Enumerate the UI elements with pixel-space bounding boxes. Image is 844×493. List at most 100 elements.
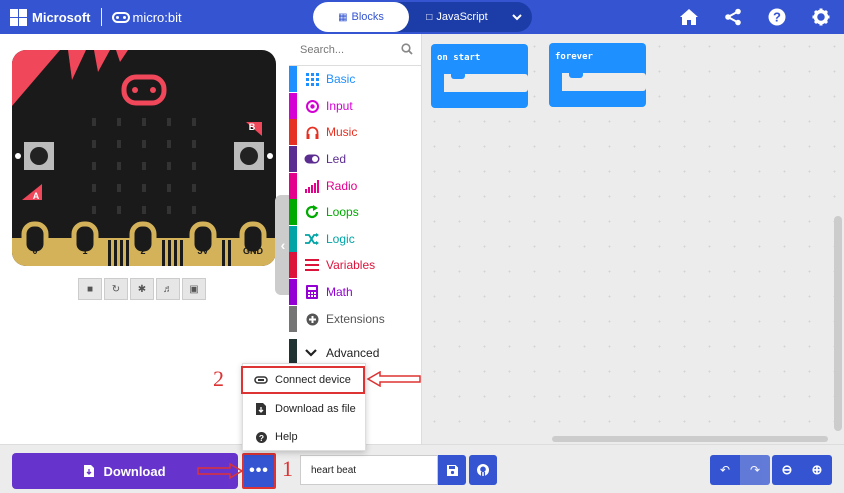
top-bar: Microsoft micro:bit ▦ Blocks □ JavaScrip… [0,0,844,34]
target-icon [304,98,320,114]
redo-icon: ↷ [749,463,761,477]
settings-button[interactable] [810,6,832,28]
signal-bars-icon [304,178,320,194]
search-icon [401,43,413,55]
mute-button[interactable]: ♬ [156,278,180,300]
download-file-item[interactable]: Download as file [243,395,367,423]
project-name-value: heart beat [311,464,357,476]
simulator-toolbar: ■ ↻ ✱ ♬ ▣ [78,278,208,302]
javascript-file-icon: □ [426,11,433,23]
category-input[interactable]: Input [289,93,422,119]
stop-icon: ■ [86,283,94,295]
category-label: Variables [326,258,376,272]
gear-icon [812,8,830,26]
category-variables[interactable]: Variables [289,252,422,278]
github-button[interactable] [469,455,497,485]
forever-block[interactable]: forever [549,43,646,107]
category-loops[interactable]: Loops [289,199,422,225]
help-item[interactable]: ? Help [243,423,367,451]
product-label: micro:bit [132,9,182,25]
microbit-logo[interactable]: micro:bit [111,9,182,25]
fullscreen-button[interactable]: ▣ [182,278,206,300]
search-placeholder: Search... [300,43,345,56]
more-options-button[interactable]: ••• [242,453,276,489]
vertical-scrollbar[interactable] [834,216,842,431]
undo-icon: ↶ [719,463,731,477]
button-b-label: B [249,122,256,132]
blocks-workspace[interactable]: on start forever [422,34,844,444]
file-download-icon [254,403,268,415]
annotation-arrow-1 [197,463,244,479]
fullscreen-icon: ▣ [189,283,199,295]
svg-text:?: ? [773,10,781,25]
undo-button[interactable]: ↶ [710,455,740,485]
category-label: Loops [326,205,359,219]
block-label: forever [555,52,593,62]
step-2-label: 2 [213,366,224,391]
stop-button[interactable]: ■ [78,278,102,300]
category-label: Logic [326,232,355,246]
blocks-icon: ▦ [338,11,348,23]
more-menu: Connect device Download as file ? Help [241,363,367,451]
category-radio[interactable]: Radio [289,173,422,199]
chevron-down-icon [305,349,317,357]
home-icon [680,9,698,25]
github-icon [477,464,489,476]
help-icon: ? [768,8,786,26]
redo-button[interactable]: ↷ [740,455,770,485]
menu-item-label: Download as file [275,403,356,415]
save-button[interactable] [438,455,466,485]
category-extensions[interactable]: Extensions [289,306,422,332]
mode-dropdown[interactable] [505,2,529,32]
tab-blocks-label: Blocks [351,11,384,23]
microsoft-logo-icon [10,8,27,26]
help-button[interactable]: ? [766,6,788,28]
category-logic[interactable]: Logic [289,226,422,252]
tab-javascript[interactable]: □ JavaScript [409,2,505,32]
pin-3v-label: 3V [197,246,208,256]
calculator-icon [304,284,320,300]
tab-blocks[interactable]: ▦ Blocks [313,2,409,32]
share-icon [725,8,741,26]
button-a-label: A [33,191,40,201]
save-icon [446,464,458,476]
category-led[interactable]: Led [289,146,422,172]
search-input[interactable]: Search... [289,34,422,66]
category-label: Radio [326,179,358,193]
brand: Microsoft micro:bit [0,0,182,34]
volume-icon: ♬ [163,283,173,295]
category-math[interactable]: Math [289,279,422,305]
bug-icon: ✱ [137,283,147,295]
connect-device-item[interactable]: Connect device [241,366,365,394]
pin-2-label: 2 [140,246,145,256]
svg-text:?: ? [258,432,263,442]
on-start-block[interactable]: on start [431,44,528,108]
block-notch [569,73,583,78]
microbit-board[interactable]: A B 0 1 2 3V GND [12,50,276,266]
link-icon [254,376,268,384]
ellipsis-icon: ••• [249,462,269,479]
download-label: Download [103,463,166,479]
project-name-input[interactable]: heart beat [300,455,438,485]
toggle-icon [304,151,320,167]
brand-label: Microsoft [32,9,91,25]
pin-gnd-label: GND [243,246,264,256]
home-button[interactable] [678,6,700,28]
grid-icon [304,71,320,87]
zoom-out-button[interactable]: ⊖ [772,455,802,485]
category-basic[interactable]: Basic [289,66,422,92]
restart-button[interactable]: ↻ [104,278,128,300]
category-music[interactable]: Music [289,119,422,145]
zoom-group: ⊖ ⊕ [772,455,832,485]
pin-1-label: 1 [82,246,87,256]
shuffle-icon [304,231,320,247]
chevron-left-icon: ‹ [280,237,286,253]
zoom-in-button[interactable]: ⊕ [802,455,832,485]
block-notch [451,74,465,79]
share-button[interactable] [722,6,744,28]
microbit-icon [111,11,130,23]
debug-button[interactable]: ✱ [130,278,154,300]
help-circle-icon: ? [254,431,268,443]
horizontal-scrollbar[interactable] [552,436,828,442]
chevron-down-icon [512,14,522,21]
